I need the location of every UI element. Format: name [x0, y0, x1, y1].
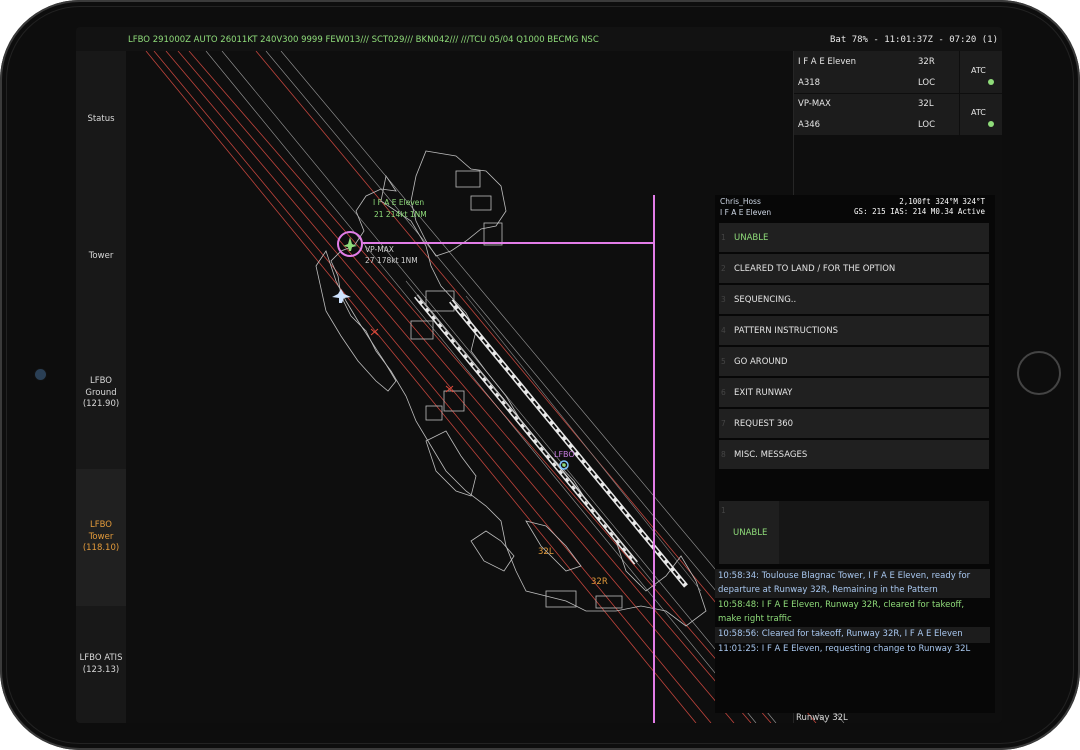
menu-item-label: SEQUENCING.. [734, 295, 797, 305]
traffic-runway: 32L [918, 99, 934, 109]
sidebar-item-label: LFBO Tower (118.10) [82, 520, 120, 554]
aircraft-marker[interactable] [332, 289, 351, 303]
sidebar-item-ground[interactable]: LFBO Ground (121.90) [76, 325, 126, 462]
atc-label: ATC [971, 108, 986, 117]
runway-label-32r: 32R [591, 577, 608, 587]
speed-readout: GS: 215 IAS: 214 M0.34 Active [854, 207, 985, 216]
sidebar-item-label: LFBO Ground (121.90) [82, 376, 120, 410]
submenu-unable-button[interactable]: 1 UNABLE [719, 501, 779, 564]
traffic-callsign: VP-MAX [798, 99, 831, 109]
aircraft-callsign[interactable]: VP-MAX [365, 245, 394, 254]
pilot-name: Chris_Hoss [720, 197, 761, 206]
tablet-frame: LFBO 291000Z AUTO 26011KT 240V300 9999 F… [0, 0, 1080, 750]
submenu-number: 1 [721, 506, 726, 515]
aircraft-info: 27 178kt 1NM [365, 256, 418, 265]
menu-item-misc-messages[interactable]: 8 MISC. MESSAGES [719, 440, 989, 469]
traffic-type: A318 [798, 78, 821, 88]
sidebar-item-atis[interactable]: LFBO ATIS (123.13) [76, 606, 126, 723]
menu-item-number: 8 [721, 450, 726, 459]
menu-item-label: PATTERN INSTRUCTIONS [734, 326, 838, 336]
atc-cell: ATC [959, 93, 1002, 135]
menu-item-exit-runway[interactable]: 6 EXIT RUNWAY [719, 378, 989, 407]
panel-footer-partial: Runway 32L [796, 713, 848, 723]
submenu-panel: 1 UNABLE [719, 501, 989, 564]
menu-item-label: REQUEST 360 [734, 419, 794, 429]
menu-item-number: 4 [721, 326, 726, 335]
menu-item-go-around[interactable]: 5 GO AROUND [719, 347, 989, 376]
aircraft-control-panel: Chris_Hoss I F A E Eleven 2,100ft 324°M … [715, 195, 995, 713]
menu-item-number: 3 [721, 295, 726, 304]
submenu-label: UNABLE [733, 528, 768, 538]
log-entry: 10:58:56: Cleared for takeoff, Runway 32… [715, 627, 990, 643]
menu-item-number: 7 [721, 419, 726, 428]
menu-item-unable[interactable]: 1 UNABLE [719, 223, 989, 252]
menu-item-number: 6 [721, 388, 726, 397]
camera [35, 369, 46, 380]
selection-leader-lines [337, 195, 655, 723]
menu-item-label: EXIT RUNWAY [734, 388, 793, 398]
sidebar: Status Tower LFBO Ground (121.90) LFBO T… [76, 51, 126, 723]
menu-item-label: MISC. MESSAGES [734, 450, 808, 460]
traffic-callsign: I F A E Eleven [798, 57, 856, 67]
menu-item-request-360[interactable]: 7 REQUEST 360 [719, 409, 989, 438]
airport-label: LFBO [554, 450, 575, 459]
traffic-type: A346 [798, 120, 821, 130]
status-readout: Bat 78% - 11:01:37Z - 07:20 (1) [830, 35, 998, 45]
screen: LFBO 291000Z AUTO 26011KT 240V300 9999 F… [76, 27, 1002, 723]
runway-label-32l: 32L [538, 547, 554, 557]
menu-item-sequencing[interactable]: 3 SEQUENCING.. [719, 285, 989, 314]
traffic-list: I F A E Eleven A318 32R LOC ATC VP-MAX A… [794, 51, 1002, 136]
log-entry: 10:58:48: I F A E Eleven, Runway 32R, cl… [718, 600, 965, 624]
sidebar-item-tower[interactable]: Tower [76, 188, 126, 325]
menu-item-label: GO AROUND [734, 357, 788, 367]
atc-label: ATC [971, 66, 986, 75]
airport-outline [315, 150, 707, 627]
menu-item-number: 1 [721, 233, 726, 242]
aircraft-callsign[interactable]: I F A E Eleven [373, 198, 424, 207]
sidebar-item-tower-frequency[interactable]: LFBO Tower (118.10) [76, 469, 126, 606]
metar-text: LFBO 291000Z AUTO 26011KT 240V300 9999 F… [128, 35, 599, 45]
menu-item-number: 5 [721, 357, 726, 366]
menu-item-pattern-instructions[interactable]: 4 PATTERN INSTRUCTIONS [719, 316, 989, 345]
menu-item-cleared-to-land[interactable]: 2 CLEARED TO LAND / FOR THE OPTION [719, 254, 989, 283]
sidebar-item-status[interactable]: Status [76, 51, 126, 188]
sidebar-item-label: LFBO ATIS (123.13) [79, 653, 123, 675]
altitude-heading-readout: 2,100ft 324°M 324°T [899, 197, 985, 206]
aircraft-info: 21 214kt 1NM [374, 210, 427, 219]
home-button[interactable] [1017, 351, 1061, 395]
traffic-status: LOC [918, 78, 936, 88]
log-entry: 10:58:34: Toulouse Blagnac Tower, I F A … [715, 569, 990, 598]
top-bar: LFBO 291000Z AUTO 26011KT 240V300 9999 F… [76, 27, 1002, 51]
log-entry: 11:01:25: I F A E Eleven, requesting cha… [718, 644, 971, 654]
menu-item-label: UNABLE [734, 233, 769, 243]
menu-item-label: CLEARED TO LAND / FOR THE OPTION [734, 264, 896, 274]
traffic-status: LOC [918, 120, 936, 130]
atc-status-dot-icon [988, 121, 994, 127]
sidebar-item-label: Status [87, 113, 115, 124]
sidebar-item-label: Tower [88, 250, 114, 261]
menu-item-number: 2 [721, 264, 726, 273]
airport-reference-icon [559, 460, 569, 470]
traffic-runway: 32R [918, 57, 935, 67]
traffic-row[interactable]: I F A E Eleven A318 32R LOC ATC [794, 51, 1002, 94]
traffic-row[interactable]: VP-MAX A346 32L LOC ATC [794, 93, 1002, 136]
atc-cell: ATC [959, 51, 1002, 93]
panel-header: Chris_Hoss I F A E Eleven 2,100ft 324°M … [715, 195, 995, 219]
atc-status-dot-icon [988, 79, 994, 85]
panel-callsign: I F A E Eleven [720, 208, 772, 217]
